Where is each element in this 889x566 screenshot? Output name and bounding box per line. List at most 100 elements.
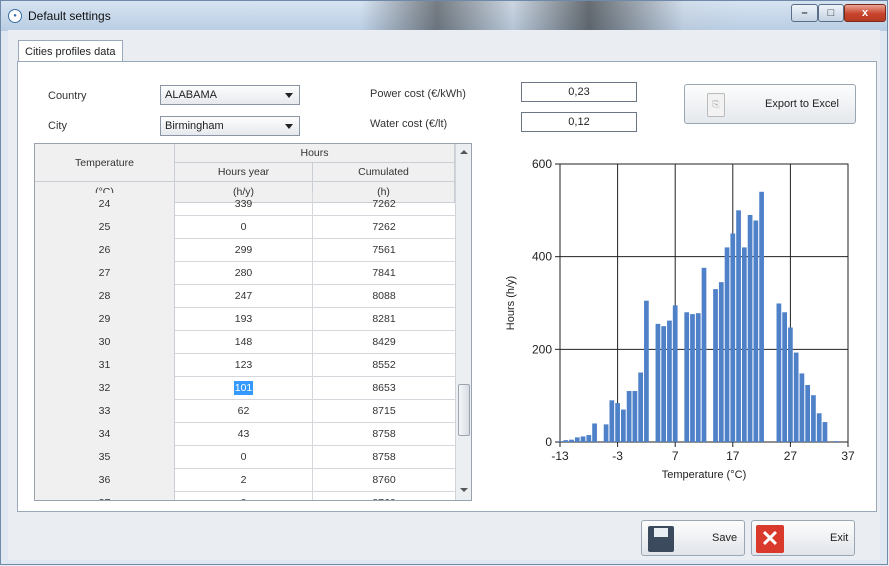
table-row[interactable]: 28 247 8088 [35, 285, 455, 308]
hours-year-cell[interactable]: 193 [175, 308, 313, 331]
city-select[interactable]: Birmingham [160, 116, 300, 136]
tab-cities-profiles-data[interactable]: Cities profiles data [18, 40, 123, 63]
temperature-cell[interactable]: 26 [35, 239, 175, 262]
bar [626, 391, 632, 442]
temperature-cell[interactable]: 27 [35, 262, 175, 285]
bar [776, 303, 782, 442]
bar [724, 247, 730, 442]
hours-year-cell[interactable]: 247 [175, 285, 313, 308]
hours-year-cell[interactable]: 43 [175, 423, 313, 446]
hours-year-cell[interactable]: 339 [175, 193, 313, 216]
table-row[interactable]: 33 62 8715 [35, 400, 455, 423]
temperature-cell[interactable]: 37 [35, 492, 175, 500]
hours-year-cell-value: 247 [234, 290, 253, 302]
save-button[interactable]: Save [641, 520, 745, 556]
cumulated-cell[interactable]: 8653 [313, 377, 455, 400]
temperature-cell[interactable]: 34 [35, 423, 175, 446]
bar [788, 327, 793, 442]
scroll-down-icon[interactable] [460, 488, 468, 492]
cumulated-cell[interactable]: 8760 [313, 492, 455, 500]
bar [805, 385, 811, 442]
hours-year-cell[interactable]: 2 [175, 469, 313, 492]
hours-year-cell[interactable]: 62 [175, 400, 313, 423]
close-icon: x [861, 7, 869, 19]
temperature-cell[interactable]: 30 [35, 331, 175, 354]
water-cost-input[interactable]: 0,12 [521, 112, 637, 132]
temperature-header[interactable]: Temperature [35, 144, 175, 182]
table-row[interactable]: 35 0 8758 [35, 446, 455, 469]
cumulated-header[interactable]: Cumulated [313, 163, 455, 182]
cumulated-cell[interactable]: 8758 [313, 446, 455, 469]
hours-year-cell[interactable]: 280 [175, 262, 313, 285]
hours-table[interactable]: Temperature (°C) Hours Hours year Cumula… [34, 143, 472, 501]
bar [557, 441, 563, 442]
temperature-cell[interactable]: 28 [35, 285, 175, 308]
hours-year-cell[interactable]: 299 [175, 239, 313, 262]
hours-year-header[interactable]: Hours year [175, 163, 313, 182]
scroll-thumb[interactable] [458, 384, 470, 436]
bar [672, 305, 678, 442]
table-row[interactable]: 30 148 8429 [35, 331, 455, 354]
cumulated-cell-value: 7841 [372, 267, 396, 279]
temperature-cell[interactable]: 32 [35, 377, 175, 400]
table-row[interactable]: 27 280 7841 [35, 262, 455, 285]
table-row[interactable]: 32 101 8653 [35, 377, 455, 400]
temperature-cell[interactable]: 36 [35, 469, 175, 492]
temperature-cell[interactable]: 35 [35, 446, 175, 469]
table-row[interactable]: 24 339 7262 [35, 193, 455, 216]
hours-year-cell[interactable]: 0 [175, 446, 313, 469]
hours-year-cell[interactable]: 0 [175, 492, 313, 500]
y-tick-label: 400 [532, 250, 552, 264]
scroll-up-icon[interactable] [460, 150, 468, 154]
cumulated-cell-value: 8758 [372, 428, 396, 440]
table-row[interactable]: 36 2 8760 [35, 469, 455, 492]
close-button[interactable]: x [844, 4, 886, 22]
minimize-button[interactable]: – [791, 4, 818, 22]
cumulated-cell[interactable]: 7561 [313, 239, 455, 262]
chevron-down-icon [285, 124, 293, 129]
hours-year-cell[interactable]: 0 [175, 216, 313, 239]
hours-year-cell[interactable]: 148 [175, 331, 313, 354]
maximize-button[interactable]: □ [818, 4, 844, 22]
cumulated-cell[interactable]: 8281 [313, 308, 455, 331]
bar [632, 391, 638, 442]
temperature-cell[interactable]: 24 [35, 193, 175, 216]
table-row[interactable]: 26 299 7561 [35, 239, 455, 262]
temperature-cell-value: 30 [98, 336, 111, 348]
bar [759, 191, 764, 442]
cumulated-cell[interactable]: 8088 [313, 285, 455, 308]
cumulated-cell[interactable]: 8760 [313, 469, 455, 492]
hours-year-cell[interactable]: 101 [175, 377, 313, 400]
hours-year-cell-value: 0 [240, 221, 247, 233]
cumulated-cell-value: 8760 [372, 474, 396, 486]
cumulated-cell[interactable]: 7262 [313, 216, 455, 239]
bar [799, 373, 805, 442]
bar [713, 289, 718, 442]
table-row[interactable]: 29 193 8281 [35, 308, 455, 331]
power-cost-input[interactable]: 0,23 [521, 82, 637, 102]
temperature-cell[interactable]: 29 [35, 308, 175, 331]
temperature-cell[interactable]: 31 [35, 354, 175, 377]
bar [747, 214, 753, 442]
temperature-cell-value: 33 [98, 405, 111, 417]
export-to-excel-button[interactable]: ⎘ Export to Excel [684, 84, 856, 124]
cumulated-cell[interactable]: 7262 [313, 193, 455, 216]
cumulated-cell[interactable]: 8758 [313, 423, 455, 446]
cumulated-cell[interactable]: 8429 [313, 331, 455, 354]
table-row[interactable]: 25 0 7262 [35, 216, 455, 239]
temperature-cell[interactable]: 33 [35, 400, 175, 423]
temperature-cell[interactable]: 25 [35, 216, 175, 239]
hours-year-cell[interactable]: 123 [175, 354, 313, 377]
table-scrollbar[interactable] [455, 144, 471, 500]
cumulated-cell[interactable]: 7841 [313, 262, 455, 285]
bar [811, 395, 816, 442]
table-row[interactable]: 31 123 8552 [35, 354, 455, 377]
table-row[interactable]: 34 43 8758 [35, 423, 455, 446]
cumulated-cell[interactable]: 8715 [313, 400, 455, 423]
country-value: ALABAMA [165, 89, 217, 101]
exit-button[interactable]: ✕ Exit [751, 520, 855, 556]
minimize-icon: – [801, 7, 808, 19]
table-row[interactable]: 37 0 8760 [35, 492, 455, 500]
country-select[interactable]: ALABAMA [160, 85, 300, 105]
cumulated-cell[interactable]: 8552 [313, 354, 455, 377]
